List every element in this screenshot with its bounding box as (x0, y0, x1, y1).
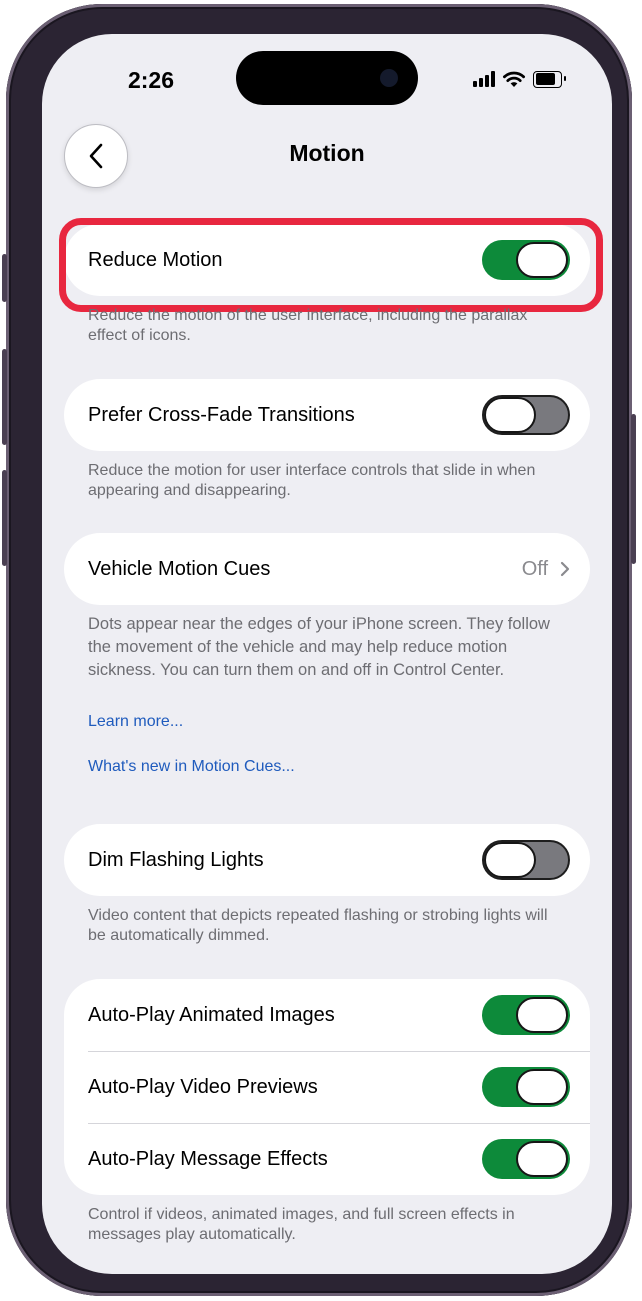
volume-up-button (2, 349, 7, 445)
cross-fade-toggle[interactable] (482, 395, 570, 435)
power-button (631, 414, 636, 564)
autoplay-card: Auto-Play Animated Images Auto-Play Vide… (64, 979, 590, 1195)
autoplay-images-row: Auto-Play Animated Images (64, 979, 590, 1051)
learn-more-link[interactable]: Learn more... (88, 713, 183, 731)
autoplay-message-label: Auto-Play Message Effects (88, 1147, 328, 1170)
screen: 2:26 Motion Reduce Motion Reduce the mot… (42, 34, 612, 1274)
reduce-motion-toggle[interactable] (482, 240, 570, 280)
volume-down-button (2, 470, 7, 566)
reduce-motion-row: Reduce Motion (64, 224, 590, 296)
front-camera (380, 69, 398, 87)
action-button (2, 254, 7, 302)
dim-flashing-label: Dim Flashing Lights (88, 848, 264, 871)
autoplay-video-label: Auto-Play Video Previews (88, 1075, 318, 1098)
cellular-signal-icon (473, 71, 495, 87)
vehicle-motion-footer: Dots appear near the edges of your iPhon… (88, 615, 550, 679)
dim-flashing-row: Dim Flashing Lights (64, 824, 590, 896)
vehicle-motion-value: Off (521, 557, 548, 580)
reduce-motion-label: Reduce Motion (88, 248, 223, 271)
autoplay-message-toggle[interactable] (482, 1139, 570, 1179)
cross-fade-label: Prefer Cross-Fade Transitions (88, 403, 355, 426)
autoplay-message-row: Auto-Play Message Effects (64, 1123, 590, 1195)
status-time: 2:26 (127, 67, 175, 93)
dim-flashing-toggle[interactable] (482, 840, 570, 880)
page-title: Motion (289, 140, 365, 166)
dim-flashing-footer: Video content that depicts repeated flas… (88, 907, 548, 944)
vehicle-motion-card: Vehicle Motion Cues Off (64, 533, 590, 605)
wifi-icon (503, 71, 525, 87)
autoplay-images-toggle[interactable] (482, 995, 570, 1035)
phone-frame: 2:26 Motion Reduce Motion Reduce the mot… (2, 4, 636, 1296)
chevron-right-icon (560, 561, 570, 577)
battery-icon (533, 70, 566, 88)
cross-fade-row: Prefer Cross-Fade Transitions (64, 379, 590, 451)
autoplay-footer: Control if videos, animated images, and … (88, 1206, 515, 1243)
dynamic-island (236, 51, 418, 105)
status-icons (473, 70, 566, 88)
reduce-motion-card: Reduce Motion (64, 224, 590, 296)
reduce-motion-footer: Reduce the motion of the user interface,… (88, 307, 528, 344)
cross-fade-footer: Reduce the motion for user interface con… (88, 462, 536, 499)
vehicle-motion-row[interactable]: Vehicle Motion Cues Off (64, 533, 590, 605)
autoplay-video-row: Auto-Play Video Previews (64, 1051, 590, 1123)
cross-fade-card: Prefer Cross-Fade Transitions (64, 379, 590, 451)
autoplay-video-toggle[interactable] (482, 1067, 570, 1107)
dim-flashing-card: Dim Flashing Lights (64, 824, 590, 896)
autoplay-images-label: Auto-Play Animated Images (88, 1003, 335, 1026)
whats-new-link[interactable]: What's new in Motion Cues... (88, 758, 295, 776)
vehicle-motion-label: Vehicle Motion Cues (88, 557, 271, 580)
